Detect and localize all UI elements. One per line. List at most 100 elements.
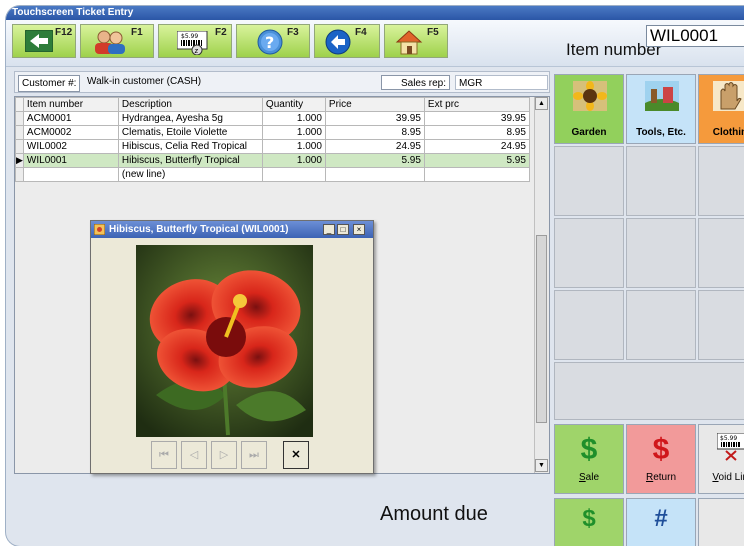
back-arrow-icon <box>25 30 53 52</box>
customer-button[interactable]: Customer #: <box>18 75 81 92</box>
close-window-button[interactable]: × <box>353 224 365 235</box>
last-image-button[interactable]: ⏭ <box>241 441 267 469</box>
category-label: Tools, Etc. <box>636 127 686 138</box>
item-number-input[interactable]: WIL0001 <box>646 25 744 47</box>
empty-slot[interactable] <box>626 146 696 216</box>
new-line-label: (new line) <box>117 167 263 182</box>
empty-slot[interactable] <box>698 146 744 216</box>
number-button-partial[interactable]: # <box>626 498 696 546</box>
col-ext-price[interactable]: Ext prc <box>423 97 530 112</box>
cell-item: WIL0002 <box>22 139 119 154</box>
cell-qty: 1.000 <box>261 139 326 154</box>
ticket-lines-table: Item number Description Quantity Price E… <box>15 97 530 182</box>
svg-text:$5.99: $5.99 <box>181 33 198 40</box>
category-label: Garden <box>571 127 607 138</box>
home-icon <box>395 30 423 55</box>
table-row-selected[interactable]: ▶ WIL0001 Hibiscus, Butterfly Tropical 1… <box>15 153 530 168</box>
return-dollar-icon: $ <box>652 433 670 466</box>
col-quantity[interactable]: Quantity <box>261 97 326 112</box>
grid-scrollbar[interactable]: ▲ ▼ <box>534 97 549 473</box>
void-barcode-icon: $5.99 <box>717 433 744 461</box>
extra-button-partial[interactable] <box>698 498 744 546</box>
maximize-button[interactable]: □ <box>337 224 349 235</box>
empty-slot[interactable] <box>698 218 744 288</box>
close-image-button[interactable]: ✕ <box>283 441 309 469</box>
sale-button[interactable]: $ Sale <box>554 424 624 494</box>
cell-price: 5.95 <box>324 153 425 168</box>
empty-slot[interactable] <box>626 218 696 288</box>
cell-qty: 1.000 <box>261 125 326 140</box>
touch-panel: Garden Tools, Etc. Clothing <box>554 74 744 546</box>
return-button[interactable]: $ Return <box>626 424 696 494</box>
empty-slot[interactable] <box>554 218 624 288</box>
col-item-number[interactable]: Item number <box>22 97 119 112</box>
cell-description: Hibiscus, Celia Red Tropical <box>117 139 263 154</box>
dollar-icon: $ <box>580 433 598 466</box>
item-image-window[interactable]: Hibiscus, Butterfly Tropical (WIL0001) _… <box>90 220 374 474</box>
current-row-marker: ▶ <box>15 153 24 168</box>
f3-key-label: F3 <box>287 27 299 38</box>
previous-button[interactable]: F4 <box>314 24 380 58</box>
table-row[interactable]: ACM0001 Hydrangea, Ayesha 5g 1.000 39.95… <box>15 111 530 126</box>
cell-item: ACM0002 <box>22 125 119 140</box>
hash-icon: # <box>654 505 668 532</box>
scroll-down-button[interactable]: ▼ <box>535 459 548 472</box>
empty-slot[interactable] <box>554 290 624 360</box>
scroll-thumb[interactable] <box>536 235 547 423</box>
glove-icon <box>713 81 744 111</box>
f5-key-label: F5 <box>427 27 439 38</box>
panel-spacer <box>554 362 744 420</box>
empty-slot[interactable] <box>554 146 624 216</box>
sales-rep-button[interactable]: Sales rep: <box>381 75 450 90</box>
cell-qty: 1.000 <box>261 153 326 168</box>
header-row: Item number Description Quantity Price E… <box>15 97 530 112</box>
svg-text:?: ? <box>265 33 274 52</box>
tools-icon <box>645 81 679 111</box>
scroll-up-button[interactable]: ▲ <box>535 97 548 110</box>
first-image-button[interactable]: ⏮ <box>151 441 177 469</box>
amount-due-label: Amount due <box>380 503 488 525</box>
category-tools-button[interactable]: Tools, Etc. <box>626 74 696 144</box>
cell-qty: 1.000 <box>261 111 326 126</box>
customer-bar: Customer #: Walk-in customer (CASH) Sale… <box>14 71 550 93</box>
next-image-button[interactable]: ▷ <box>211 441 237 469</box>
table-row[interactable]: ACM0002 Clematis, Etoile Violette 1.000 … <box>15 125 530 140</box>
cell-ext: 5.95 <box>423 153 530 168</box>
f2-key-label: F2 <box>215 27 227 38</box>
minimize-button[interactable]: _ <box>323 224 335 235</box>
help-icon: ? <box>257 29 283 55</box>
new-line-row[interactable]: (new line) <box>15 167 530 182</box>
cell-price: 39.95 <box>324 111 425 126</box>
sales-rep-field[interactable]: MGR <box>455 75 548 90</box>
customers-icon <box>95 30 125 54</box>
void-line-button[interactable]: $5.99 Void Line <box>698 424 744 494</box>
price-lookup-button[interactable]: $5.99 z F2 <box>158 24 232 58</box>
prev-image-button[interactable]: ◁ <box>181 441 207 469</box>
table-row[interactable]: WIL0002 Hibiscus, Celia Red Tropical 1.0… <box>15 139 530 154</box>
cash-button-partial[interactable]: $ <box>554 498 624 546</box>
cell-description: Hibiscus, Butterfly Tropical <box>117 153 263 168</box>
help-button[interactable]: ? F3 <box>236 24 310 58</box>
empty-slot[interactable] <box>698 290 744 360</box>
category-label: Clothing <box>712 127 744 138</box>
cell-description: Hydrangea, Ayesha 5g <box>117 111 263 126</box>
svg-text:$5.99: $5.99 <box>720 435 737 442</box>
hibiscus-photo <box>136 245 313 437</box>
col-description[interactable]: Description <box>117 97 263 112</box>
cash-dollar-icon: $ <box>582 505 596 532</box>
cell-item: WIL0001 <box>22 153 119 168</box>
app-window: Touchscreen Ticket Entry F12 F1 $5.99 z … <box>6 6 744 546</box>
home-button[interactable]: F5 <box>384 24 448 58</box>
cell-price: 8.95 <box>324 125 425 140</box>
category-garden-button[interactable]: Garden <box>554 74 624 144</box>
cell-ext: 8.95 <box>423 125 530 140</box>
cell-ext: 24.95 <box>423 139 530 154</box>
back-button[interactable]: F12 <box>12 24 76 58</box>
customers-button[interactable]: F1 <box>80 24 154 58</box>
category-clothing-button[interactable]: Clothing <box>698 74 744 144</box>
empty-slot[interactable] <box>626 290 696 360</box>
cell-item: ACM0001 <box>22 111 119 126</box>
cell-description: Clematis, Etoile Violette <box>117 125 263 140</box>
col-price[interactable]: Price <box>324 97 425 112</box>
window-title: Touchscreen Ticket Entry <box>6 6 744 20</box>
